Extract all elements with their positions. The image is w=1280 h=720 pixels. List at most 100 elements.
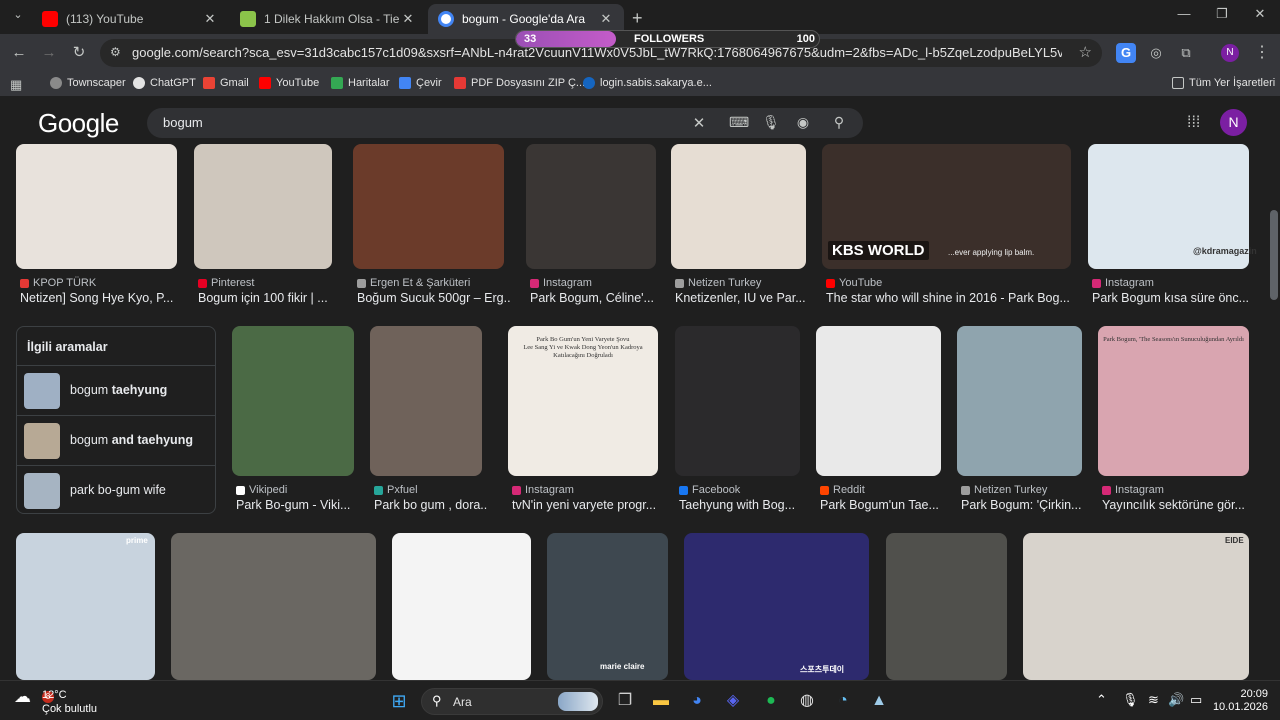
search-input[interactable]: bogum <box>163 115 203 130</box>
result-thumbnail[interactable] <box>392 533 531 680</box>
result-thumbnail[interactable] <box>171 533 376 680</box>
maximize-button[interactable]: ❐ <box>1202 6 1242 22</box>
image-result[interactable] <box>392 533 531 680</box>
search-box[interactable]: bogum ✕ ⌨ 🎙 ◉ ⚲ <box>147 108 863 138</box>
result-source[interactable]: KPOP TÜRK <box>20 277 96 289</box>
result-thumbnail[interactable] <box>886 533 1007 680</box>
profile-icon[interactable]: N <box>1221 44 1239 62</box>
result-source[interactable]: Instagram <box>530 277 592 289</box>
google-logo[interactable]: Google <box>38 108 119 139</box>
image-result[interactable] <box>171 533 376 680</box>
result-source[interactable]: Vikipedi <box>236 484 287 496</box>
start-icon[interactable]: ⊞ <box>388 690 410 712</box>
all-bookmarks[interactable]: Tüm Yer İşaretleri <box>1172 77 1275 89</box>
account-avatar[interactable]: N <box>1220 109 1247 136</box>
close-window-button[interactable]: ✕ <box>1240 6 1280 22</box>
result-source[interactable]: Pinterest <box>198 277 254 289</box>
extension-icon[interactable]: ◎ <box>1146 43 1166 63</box>
result-thumbnail[interactable] <box>232 326 354 476</box>
obs-icon[interactable]: ◍ <box>796 690 818 712</box>
google-apps-icon[interactable]: ⁞⁞⁞ <box>1187 114 1200 132</box>
image-result[interactable]: Ergen Et & Şarküteri Boğum Sucuk 500gr – … <box>353 144 510 309</box>
tab-tier-list[interactable]: 1 Dilek Hakkım Olsa - Tier List, ... ✕ <box>230 4 426 34</box>
tab-youtube[interactable]: (113) YouTube ✕ <box>32 4 228 34</box>
related-item[interactable]: park bo-gum wife <box>17 465 215 515</box>
clock[interactable]: 20:09 10.01.2026 <box>1212 688 1268 714</box>
task-view-icon[interactable]: ❐ <box>614 690 636 712</box>
image-result[interactable]: Instagram Park Bogum, Céline'... <box>526 144 656 309</box>
clear-search-icon[interactable]: ✕ <box>689 114 709 132</box>
tray-chevron-icon[interactable]: ⌃ <box>1096 692 1107 708</box>
result-source[interactable]: YouTube <box>826 277 882 289</box>
image-result[interactable]: Pxfuel Park bo gum , dora... <box>370 326 488 516</box>
result-source[interactable]: Netizen Turkey <box>961 484 1047 496</box>
result-thumbnail[interactable] <box>526 144 656 269</box>
image-result[interactable] <box>684 533 869 680</box>
result-thumbnail[interactable] <box>957 326 1082 476</box>
result-title[interactable]: Netizen] Song Hye Kyo, P... <box>20 291 183 305</box>
result-title[interactable]: The star who will shine in 2016 - Park B… <box>826 291 1077 305</box>
result-thumbnail[interactable] <box>816 326 941 476</box>
image-result[interactable]: Instagram Yayıncılık sektörüne gör... <box>1098 326 1249 516</box>
result-source[interactable]: Instagram <box>1102 484 1164 496</box>
volume-icon[interactable]: 🔊 <box>1168 692 1184 708</box>
new-tab-button[interactable]: + <box>632 8 643 29</box>
keyboard-icon[interactable]: ⌨ <box>729 114 749 131</box>
image-result[interactable]: Reddit Park Bogum'un Tae... <box>816 326 941 516</box>
result-title[interactable]: Park Bogum kısa süre önc... <box>1092 291 1255 305</box>
translate-icon[interactable]: G <box>1116 43 1136 63</box>
bookmark-gmail[interactable]: Gmail <box>203 77 249 89</box>
spotify-icon[interactable]: ● <box>760 690 782 712</box>
image-result[interactable] <box>547 533 668 680</box>
close-tab-icon[interactable]: ✕ <box>598 11 614 27</box>
result-title[interactable]: Park Bogum: 'Çirkin... <box>961 498 1088 512</box>
bookmark-pdf-zip[interactable]: PDF Dosyasını ZIP Ç... <box>454 77 585 89</box>
minimize-button[interactable]: — <box>1164 6 1204 21</box>
menu-icon[interactable]: ⋮ <box>1252 43 1272 63</box>
result-thumbnail[interactable] <box>684 533 869 680</box>
wifi-icon[interactable]: ≋ <box>1148 692 1159 708</box>
related-item[interactable]: bogum taehyung <box>17 365 215 415</box>
image-result[interactable]: Instagram Park Bogum kısa süre önc... <box>1088 144 1249 309</box>
result-source[interactable]: Instagram <box>512 484 574 496</box>
image-result[interactable]: Netizen Turkey Knetizenler, IU ve Par... <box>671 144 806 309</box>
reload-button[interactable]: ↻ <box>68 42 90 64</box>
battery-icon[interactable]: ▭ <box>1190 692 1202 708</box>
result-title[interactable]: Park bo gum , dora... <box>374 498 488 512</box>
steam-icon[interactable]: ◔ <box>832 690 854 712</box>
lens-icon[interactable]: ◉ <box>793 114 813 131</box>
result-thumbnail[interactable] <box>353 144 504 269</box>
microphone-icon[interactable]: 🎙 <box>761 114 781 131</box>
image-result[interactable]: KPOP TÜRK Netizen] Song Hye Kyo, P... <box>16 144 177 309</box>
scrollbar-thumb[interactable] <box>1270 210 1278 300</box>
bookmark-cevir[interactable]: Çevir <box>399 77 442 89</box>
image-result[interactable]: Netizen Turkey Park Bogum: 'Çirkin... <box>957 326 1082 516</box>
bookmark-star-icon[interactable]: ☆ <box>1079 43 1092 61</box>
result-thumbnail[interactable] <box>1023 533 1249 680</box>
result-thumbnail[interactable] <box>16 144 177 269</box>
result-title[interactable]: Park Bogum'un Tae... <box>820 498 947 512</box>
image-result[interactable]: Facebook Taehyung with Bog... <box>675 326 800 516</box>
result-thumbnail[interactable] <box>671 144 806 269</box>
taskbar-search[interactable]: ⚲ Ara <box>421 688 603 715</box>
bookmark-youtube[interactable]: YouTube <box>259 77 319 89</box>
apps-grid-icon[interactable]: ▦ <box>10 77 22 93</box>
result-title[interactable]: tvN'in yeni varyete progr... <box>512 498 664 512</box>
result-title[interactable]: Park Bo-gum - Viki... <box>236 498 360 512</box>
discord-icon[interactable]: ◈ <box>722 690 744 712</box>
file-explorer-icon[interactable]: ▬ <box>650 690 672 712</box>
image-result[interactable]: Vikipedi Park Bo-gum - Viki... <box>232 326 354 516</box>
bookmark-townscaper[interactable]: Townscaper <box>50 77 126 89</box>
image-result[interactable] <box>886 533 1007 680</box>
result-source[interactable]: Reddit <box>820 484 865 496</box>
close-tab-icon[interactable]: ✕ <box>202 11 218 27</box>
app-icon[interactable]: ▲ <box>868 690 890 712</box>
result-thumbnail[interactable] <box>194 144 332 269</box>
search-icon[interactable]: ⚲ <box>829 114 849 131</box>
result-title[interactable]: Yayıncılık sektörüne gör... <box>1102 498 1255 512</box>
result-source[interactable]: Ergen Et & Şarküteri <box>357 277 470 289</box>
puzzle-icon[interactable]: ⧉ <box>1176 43 1196 63</box>
image-result[interactable] <box>1023 533 1249 680</box>
result-title[interactable]: Taehyung with Bog... <box>679 498 806 512</box>
image-result[interactable] <box>16 533 155 680</box>
